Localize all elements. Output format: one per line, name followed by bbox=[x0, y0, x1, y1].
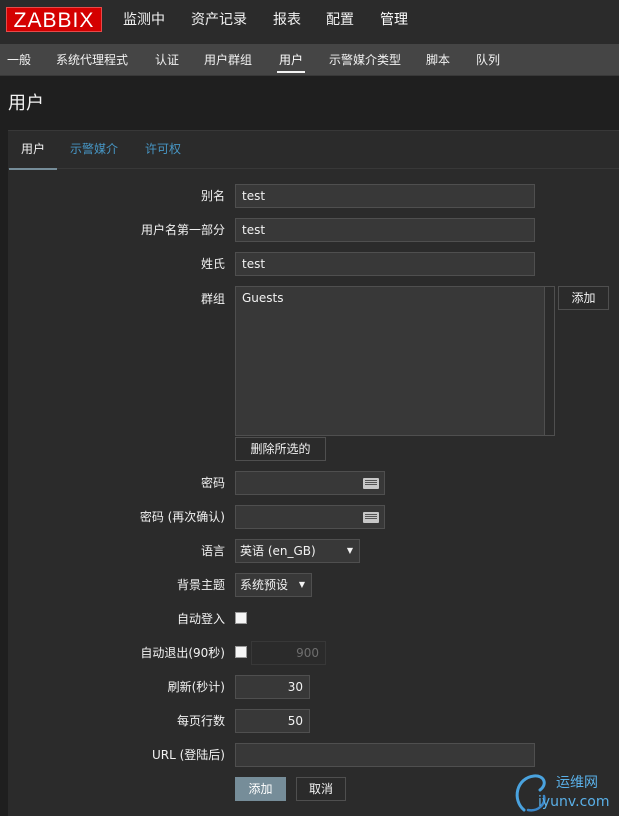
zabbix-logo[interactable]: ZABBIX bbox=[6, 7, 102, 32]
language-value: 英语 (en_GB) bbox=[240, 544, 316, 558]
refresh-label: 刷新(秒计) bbox=[167, 680, 225, 694]
menu-reports[interactable]: 报表 bbox=[273, 0, 301, 44]
tab-media[interactable]: 示警媒介 bbox=[70, 131, 118, 169]
submenu-queue[interactable]: 队列 bbox=[476, 44, 500, 76]
dropdown-arrow-icon: ▼ bbox=[346, 546, 353, 555]
alias-label: 别名 bbox=[200, 189, 225, 203]
watermark-swirl-icon: 运维网 iyunv.com bbox=[515, 774, 609, 812]
rows-per-page-label: 每页行数 bbox=[176, 714, 225, 728]
submenu-general[interactable]: 一般 bbox=[7, 44, 31, 76]
autologout-label: 自动退出(90秒) bbox=[140, 646, 225, 660]
user-form-panel: 用户 示警媒介 许可权 别名 test 用户名第一部分 test 姓氏 test… bbox=[8, 130, 619, 816]
submenu-users[interactable]: 用户 bbox=[276, 44, 306, 76]
theme-value: 系统预设 bbox=[240, 578, 289, 592]
menu-inventory[interactable]: 资产记录 bbox=[191, 0, 247, 44]
groups-listbox[interactable]: Guests bbox=[235, 286, 555, 436]
groups-scrollbar[interactable] bbox=[544, 287, 554, 435]
password-input[interactable] bbox=[235, 471, 385, 495]
refresh-input[interactable]: 30 bbox=[235, 675, 310, 699]
watermark-subtitle: iyunv.com bbox=[538, 794, 609, 810]
rows-per-page-input[interactable]: 50 bbox=[235, 709, 310, 733]
menu-administration[interactable]: 管理 bbox=[380, 0, 408, 44]
groups-label: 群组 bbox=[200, 292, 225, 306]
surname-input[interactable]: test bbox=[235, 252, 535, 276]
submenu-scripts[interactable]: 脚本 bbox=[426, 44, 450, 76]
dropdown-arrow-icon: ▼ bbox=[298, 580, 305, 589]
name-input[interactable]: test bbox=[235, 218, 535, 242]
page-header: 用户 bbox=[0, 77, 619, 127]
url-label: URL (登陆后) bbox=[152, 748, 225, 762]
submenu-media-types[interactable]: 示警媒介类型 bbox=[329, 44, 401, 76]
add-user-button[interactable]: 添加 bbox=[235, 777, 286, 801]
tab-user[interactable]: 用户 bbox=[8, 131, 58, 170]
watermark-logo: 运维网 iyunv.com bbox=[510, 770, 619, 816]
surname-label: 姓氏 bbox=[200, 257, 225, 271]
language-select[interactable]: 英语 (en_GB) ▼ bbox=[235, 539, 360, 563]
name-label: 用户名第一部分 bbox=[140, 223, 225, 237]
delete-selected-button[interactable]: 删除所选的 bbox=[235, 437, 326, 461]
add-group-button[interactable]: 添加 bbox=[558, 286, 609, 310]
autologout-checkbox[interactable] bbox=[235, 646, 247, 658]
password-confirm-input[interactable] bbox=[235, 505, 385, 529]
cancel-button[interactable]: 取消 bbox=[296, 777, 346, 801]
autologin-checkbox[interactable] bbox=[235, 612, 247, 624]
submenu-proxies[interactable]: 系统代理程式 bbox=[56, 44, 128, 76]
menu-configuration[interactable]: 配置 bbox=[326, 0, 354, 44]
sub-navigation-bar: 一般 系统代理程式 认证 用户群组 用户 示警媒介类型 脚本 队列 bbox=[0, 44, 619, 76]
theme-select[interactable]: 系统预设 ▼ bbox=[235, 573, 312, 597]
top-navigation-bar: ZABBIX 监测中 资产记录 报表 配置 管理 bbox=[0, 0, 619, 44]
submenu-authentication[interactable]: 认证 bbox=[155, 44, 179, 76]
theme-label: 背景主题 bbox=[176, 578, 225, 592]
language-label: 语言 bbox=[200, 544, 225, 558]
group-item[interactable]: Guests bbox=[242, 291, 284, 305]
password-confirm-label: 密码 (再次确认) bbox=[139, 510, 225, 524]
keyboard-icon bbox=[363, 478, 379, 489]
tab-permissions[interactable]: 许可权 bbox=[145, 131, 181, 169]
submenu-user-groups[interactable]: 用户群组 bbox=[204, 44, 252, 76]
form-tabs: 用户 示警媒介 许可权 bbox=[8, 131, 619, 170]
alias-input[interactable]: test bbox=[235, 184, 535, 208]
watermark-title: 运维网 bbox=[556, 775, 598, 791]
autologout-input[interactable]: 900 bbox=[251, 641, 326, 665]
autologin-label: 自动登入 bbox=[176, 612, 225, 626]
keyboard-icon bbox=[363, 512, 379, 523]
url-input[interactable] bbox=[235, 743, 535, 767]
menu-monitoring[interactable]: 监测中 bbox=[123, 0, 165, 44]
password-label: 密码 bbox=[200, 476, 225, 490]
page-title: 用户 bbox=[8, 93, 44, 114]
